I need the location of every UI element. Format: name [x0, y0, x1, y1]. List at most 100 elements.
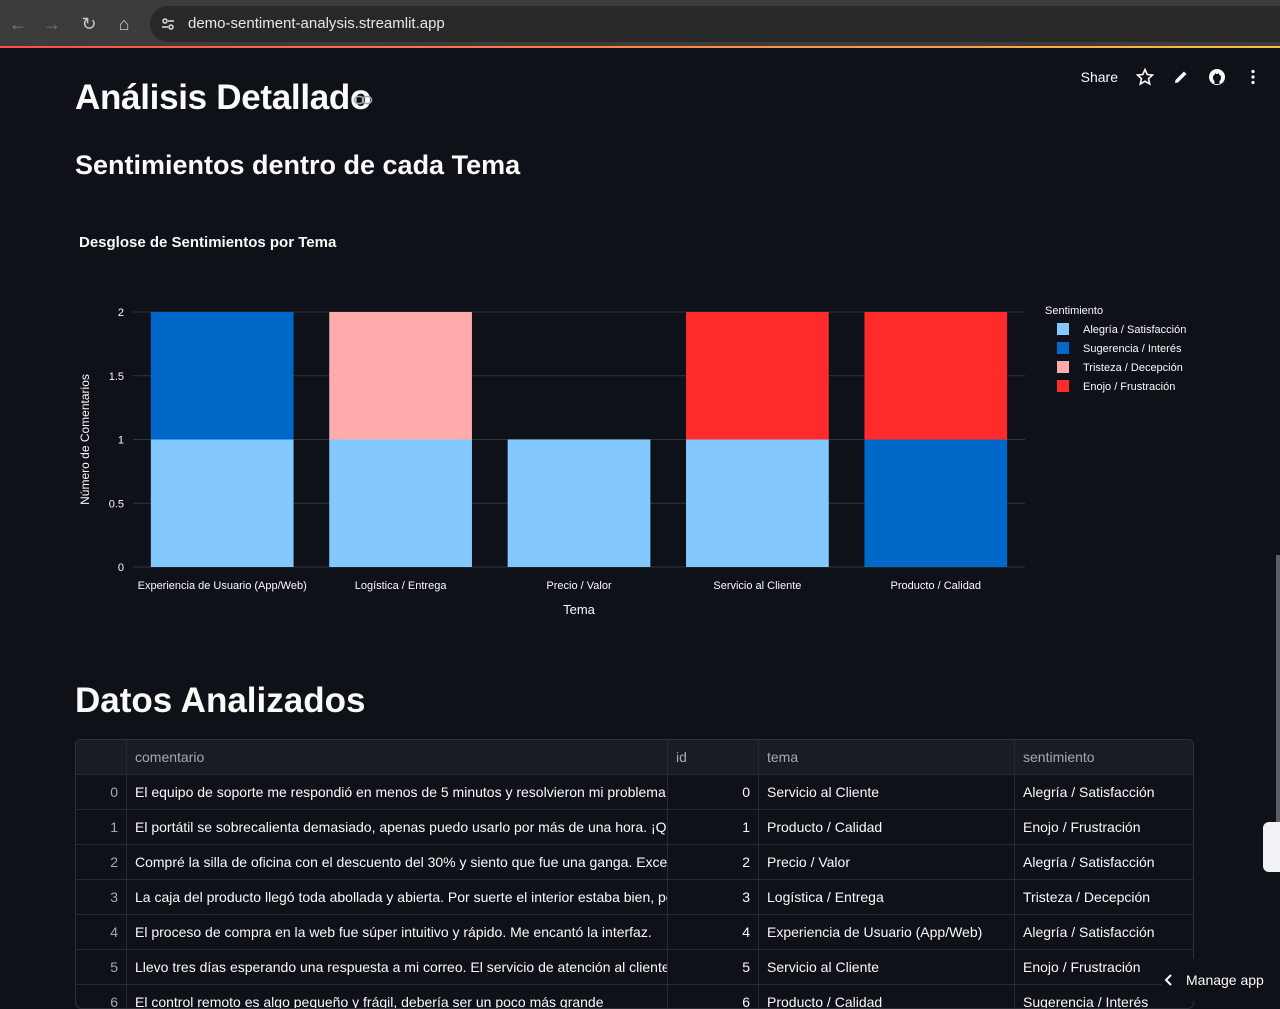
- cell-id[interactable]: 2: [668, 845, 759, 880]
- section-title: Sentimientos dentro de cada Tema: [75, 150, 521, 180]
- y-tick-label: 0.5: [109, 498, 124, 510]
- legend-title: Sentimiento: [1045, 305, 1103, 317]
- cell-sentimiento[interactable]: Tristeza / Decepción: [1015, 880, 1193, 915]
- cell-sentimiento[interactable]: Alegría / Satisfacción: [1015, 845, 1193, 880]
- cell-comentario[interactable]: Compré la silla de oficina con el descue…: [127, 845, 668, 880]
- cell-sentimiento[interactable]: Alegría / Satisfacción: [1015, 775, 1193, 810]
- bar-segment[interactable]: [507, 439, 651, 568]
- github-icon[interactable]: [1208, 68, 1226, 86]
- edit-icon[interactable]: [1172, 68, 1190, 86]
- row-index: 2: [76, 845, 127, 880]
- table-row[interactable]: 4 El proceso de compra en la web fue súp…: [76, 915, 1193, 950]
- forward-icon[interactable]: →: [40, 12, 64, 36]
- legend-item-label[interactable]: Sugerencia / Interés: [1083, 343, 1182, 355]
- y-tick-label: 2: [118, 307, 124, 319]
- x-tick-label: Precio / Valor: [546, 580, 612, 592]
- sentiment-chart[interactable]: Desglose de Sentimientos por Tema 0 0.5 1 1…: [70, 222, 1210, 632]
- legend-swatch[interactable]: [1057, 342, 1069, 354]
- column-header-comentario[interactable]: comentario: [127, 740, 668, 775]
- row-index: 6: [76, 985, 127, 1008]
- bar-segment[interactable]: [864, 312, 1008, 440]
- cell-comentario[interactable]: El control remoto es algo pequeño y frág…: [127, 985, 668, 1008]
- cell-comentario[interactable]: Llevo tres días esperando una respuesta …: [127, 950, 668, 985]
- share-button[interactable]: Share: [1081, 69, 1118, 85]
- cell-id[interactable]: 6: [668, 985, 759, 1008]
- y-axis-label: Número de Comentarios: [78, 374, 92, 505]
- bar-segment[interactable]: [329, 439, 472, 568]
- back-icon[interactable]: ←: [6, 12, 30, 36]
- streamlit-decoration-bar: [0, 46, 1280, 48]
- column-header-sentimiento[interactable]: sentimiento: [1015, 740, 1193, 775]
- legend-swatch[interactable]: [1057, 323, 1069, 335]
- home-icon[interactable]: ⌂: [112, 12, 136, 36]
- page-scrollbar[interactable]: [1276, 555, 1280, 855]
- x-tick-label: Experiencia de Usuario (App/Web): [138, 580, 307, 592]
- cell-tema[interactable]: Precio / Valor: [759, 845, 1015, 880]
- anchor-link-icon[interactable]: [353, 93, 373, 107]
- x-tick-label: Producto / Calidad: [891, 580, 982, 592]
- column-header-index[interactable]: [76, 740, 127, 775]
- cell-tema[interactable]: Producto / Calidad: [759, 985, 1015, 1008]
- y-tick-label: 1.5: [109, 371, 124, 383]
- legend-item-label[interactable]: Tristeza / Decepción: [1083, 362, 1183, 374]
- bar-segment[interactable]: [686, 312, 829, 440]
- bar-segment[interactable]: [686, 439, 829, 568]
- cell-id[interactable]: 3: [668, 880, 759, 915]
- cell-tema[interactable]: Producto / Calidad: [759, 810, 1015, 845]
- x-tick-label: Logística / Entrega: [355, 580, 448, 592]
- cell-comentario[interactable]: El equipo de soporte me respondió en men…: [127, 775, 668, 810]
- table-row[interactable]: 6 El control remoto es algo pequeño y fr…: [76, 985, 1193, 1008]
- cell-id[interactable]: 4: [668, 915, 759, 950]
- app-toolbar: Share: [1081, 66, 1262, 88]
- side-panel-tab[interactable]: [1263, 822, 1280, 872]
- chart-canvas[interactable]: 0 0.5 1 1.5 2 Número de Comentarios Experienci…: [70, 222, 1210, 632]
- x-tick-label: Servicio al Cliente: [713, 580, 801, 592]
- bar-segment[interactable]: [329, 312, 472, 440]
- star-icon[interactable]: [1136, 68, 1154, 86]
- table-row[interactable]: 3 La caja del producto llegó toda abolla…: [76, 880, 1193, 915]
- row-index: 1: [76, 810, 127, 845]
- column-header-tema[interactable]: tema: [759, 740, 1015, 775]
- cell-tema[interactable]: Servicio al Cliente: [759, 950, 1015, 985]
- data-section-title: Datos Analizados: [75, 681, 366, 720]
- column-header-id[interactable]: id: [668, 740, 759, 775]
- table-row[interactable]: 2 Compré la silla de oficina con el desc…: [76, 845, 1193, 880]
- more-menu-icon[interactable]: [1244, 68, 1262, 86]
- table-row[interactable]: 0 El equipo de soporte me respondió en m…: [76, 775, 1193, 810]
- row-index: 3: [76, 880, 127, 915]
- reload-icon[interactable]: ↻: [77, 12, 101, 36]
- chart-title: Desglose de Sentimientos por Tema: [79, 234, 337, 251]
- table-row[interactable]: 1 El portátil se sobrecalienta demasiado…: [76, 810, 1193, 845]
- cell-tema[interactable]: Experiencia de Usuario (App/Web): [759, 915, 1015, 950]
- manage-app-button[interactable]: Manage app: [1162, 959, 1280, 1001]
- data-table[interactable]: comentario id tema sentimiento 0 El equi…: [75, 739, 1194, 1009]
- legend-swatch[interactable]: [1057, 361, 1069, 373]
- manage-app-label: Manage app: [1186, 972, 1264, 988]
- address-bar[interactable]: demo-sentiment-analysis.streamlit.app: [150, 6, 1280, 42]
- cell-comentario[interactable]: El portátil se sobrecalienta demasiado, …: [127, 810, 668, 845]
- url-text[interactable]: demo-sentiment-analysis.streamlit.app: [188, 15, 445, 32]
- legend-swatch[interactable]: [1057, 380, 1069, 392]
- cell-comentario[interactable]: El proceso de compra en la web fue súper…: [127, 915, 668, 950]
- cell-tema[interactable]: Logística / Entrega: [759, 880, 1015, 915]
- y-tick-label: 1: [118, 435, 124, 447]
- page-title: Análisis Detallado: [75, 78, 372, 117]
- cell-id[interactable]: 1: [668, 810, 759, 845]
- cell-id[interactable]: 5: [668, 950, 759, 985]
- table-row[interactable]: 5 Llevo tres días esperando una respuest…: [76, 950, 1193, 985]
- cell-sentimiento[interactable]: Alegría / Satisfacción: [1015, 915, 1193, 950]
- bar-segment[interactable]: [150, 312, 294, 440]
- cell-tema[interactable]: Servicio al Cliente: [759, 775, 1015, 810]
- bar-segment[interactable]: [864, 439, 1008, 568]
- y-tick-label: 0: [118, 562, 124, 574]
- cell-sentimiento[interactable]: Enojo / Frustración: [1015, 810, 1193, 845]
- chevron-left-icon: [1164, 974, 1172, 986]
- site-settings-icon[interactable]: [160, 16, 176, 32]
- bar-segment[interactable]: [150, 439, 294, 568]
- legend-item-label[interactable]: Alegría / Satisfacción: [1083, 324, 1186, 336]
- cell-id[interactable]: 0: [668, 775, 759, 810]
- cell-comentario[interactable]: La caja del producto llegó toda abollada…: [127, 880, 668, 915]
- row-index: 0: [76, 775, 127, 810]
- legend-item-label[interactable]: Enojo / Frustración: [1083, 381, 1175, 393]
- row-index: 5: [76, 950, 127, 985]
